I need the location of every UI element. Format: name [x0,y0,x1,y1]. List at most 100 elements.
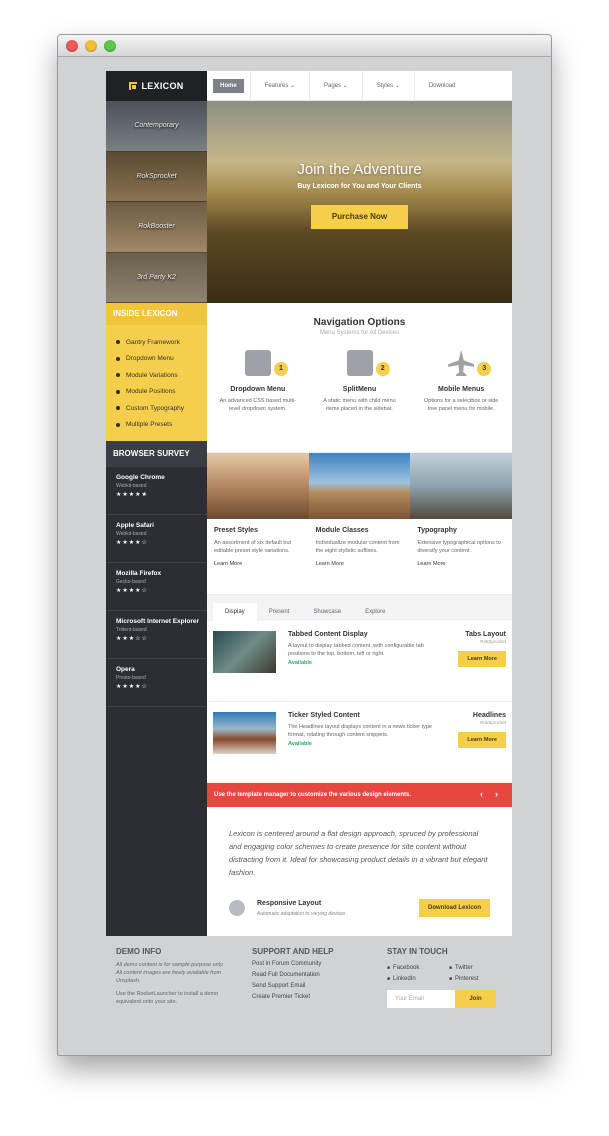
browser-survey-panel: BROWSER SURVEY Google Chrome Webkit-base… [106,441,207,707]
announcement-text: Use the template manager to customize th… [214,792,412,798]
learn-more-link[interactable]: Learn More [316,561,404,567]
nav-pages[interactable]: Pages ⌄ [310,70,363,101]
email-input[interactable]: Your Email [387,990,455,1008]
showcase-thumb[interactable]: 3rd Party K2 [106,252,207,303]
feature-column: 2 SplitMenu A static menu with child men… [309,350,411,413]
feature-column: 1 Dropdown Menu An advanced CSS based mu… [207,350,309,413]
stay-in-touch: STAY IN TOUCH Facebook Twitter LinkedIn … [387,947,516,1008]
star-rating: ★★★★★ [116,492,148,498]
learn-more-button[interactable]: Learn More [458,651,506,667]
purchase-button[interactable]: Purchase Now [311,205,408,229]
article-title[interactable]: Ticker Styled Content [288,712,436,719]
star-rating: ★★★★☆ [116,540,148,546]
thumb-label: Contemporary [134,122,179,130]
article-image[interactable] [213,631,276,673]
tab-display[interactable]: Display [213,603,257,621]
feature-card: Module Classes Individualize modular con… [309,519,411,594]
survey-item: Mozilla Firefox Gecko-based ★★★★☆ [106,563,207,611]
inside-link[interactable]: Module Variations [116,367,207,384]
star-rating: ★★★★☆ [116,684,148,690]
learn-more-button[interactable]: Learn More [458,732,506,748]
card-text: Individualize modular content from the e… [315,540,400,554]
inside-link[interactable]: Dropdown Menu [116,351,207,368]
article-image[interactable] [213,712,276,754]
airplane-icon [448,350,475,376]
inside-link[interactable]: Multiple Presets [116,417,207,434]
preset-styles-image[interactable] [207,453,309,519]
content-tabs: Display Present Showcase Explore [207,595,512,621]
article-item: Ticker Styled Content The Headlines layo… [207,702,512,783]
number-badge: 2 [375,362,390,376]
learn-more-link[interactable]: Learn More [417,561,505,567]
logo-text: LEXICON [141,81,184,91]
sidebar: LEXICON Contemporary RokSprocket RokBoos… [106,71,207,936]
availability-status: Available [288,660,312,666]
article-text: The Headlines layout displays content in… [288,724,432,738]
survey-item: Opera Presto-based ★★★★☆ [106,659,207,707]
showcase-thumb[interactable]: RokBooster [106,202,207,253]
card-text: An assortment of six default but editabl… [214,540,292,554]
browser-engine: Presto-based [116,675,146,681]
star-rating: ★★★☆☆ [116,636,148,642]
footer-link[interactable]: Read Full Documentation [252,972,362,978]
footer-link[interactable]: Create Premier Ticket [252,994,362,1000]
feature-text: An advanced CSS based multi-level dropdo… [219,398,297,412]
tab-showcase[interactable]: Showcase [301,603,353,621]
thumb-label: 3rd Party K2 [137,273,176,281]
feature-text: A static menu with child menu items plac… [323,398,396,412]
linkedin-link[interactable]: LinkedIn [387,976,449,982]
chevron-right-icon[interactable]: › [495,789,498,799]
inside-link[interactable]: Gantry Framework [116,334,207,351]
showcase-thumb[interactable]: Contemporary [106,101,207,152]
footer-heading: DEMO INFO [116,947,162,956]
nav-home[interactable]: Home [207,70,251,101]
nav-styles[interactable]: Styles ⌄ [363,70,415,101]
footer-link[interactable]: Send Support Email [252,983,362,989]
inside-link[interactable]: Custom Typography [116,400,207,417]
nav-label: Home [213,78,244,93]
typography-image[interactable] [410,453,513,519]
nav-download[interactable]: Download [415,71,470,101]
star-rating: ★★★★☆ [116,588,148,594]
zoom-button[interactable] [104,40,116,52]
inside-lexicon-panel: INSIDE LEXICON Gantry Framework Dropdown… [106,303,207,441]
main-content: Home Features ⌄ Pages ⌄ Styles ⌄ Downloa… [207,70,513,936]
showcase-thumb[interactable]: RokSprocket [106,151,207,202]
nav-features[interactable]: Features ⌄ [251,70,311,101]
inside-link[interactable]: Module Positions [116,384,207,401]
chevron-left-icon[interactable]: ‹ [480,789,483,799]
close-button[interactable] [66,40,78,52]
hero-subtitle: Buy Lexicon for You and Your Clients [297,183,422,190]
footer-link[interactable]: Post in Forum Community [252,961,362,967]
about-section: Lexicon is centered around a flat design… [207,807,512,943]
facebook-link[interactable]: Facebook [387,965,449,971]
window-titlebar [58,35,551,57]
module-classes-image[interactable] [308,453,411,519]
image-strip [207,453,513,519]
tab-present[interactable]: Present [257,603,302,621]
twitter-link[interactable]: Twitter [449,965,511,971]
browser-name: Opera [116,666,135,673]
avatar [229,900,245,916]
pinterest-link[interactable]: Pinterest [449,976,511,982]
site-page: LEXICON Contemporary RokSprocket RokBoos… [106,70,513,936]
logo[interactable]: LEXICON [106,71,207,101]
browser-name: Google Chrome [116,474,165,481]
join-button[interactable]: Join [455,990,496,1008]
browser-name: Microsoft Internet Explorer [116,618,200,625]
footer-heading: SUPPORT AND HELP [252,947,334,956]
inside-title: INSIDE LEXICON [106,303,207,325]
card-title: Module Classes [315,527,369,534]
card-title: Typography [417,527,457,534]
survey-title: BROWSER SURVEY [106,441,207,467]
learn-more-link[interactable]: Learn More [214,561,302,567]
minimize-button[interactable] [85,40,97,52]
article-title[interactable]: Tabbed Content Display [288,631,436,638]
tab-explore[interactable]: Explore [353,603,397,621]
support-help: SUPPORT AND HELP Post in Forum Community… [252,947,362,1000]
number-badge: 3 [477,362,492,376]
download-button[interactable]: Download Lexicon [418,899,490,917]
survey-item: Google Chrome Webkit-based ★★★★★ [106,467,207,515]
browser-window: LEXICON Contemporary RokSprocket RokBoos… [57,34,552,1056]
survey-item: Apple Safari Webkit-based ★★★★☆ [106,515,207,563]
